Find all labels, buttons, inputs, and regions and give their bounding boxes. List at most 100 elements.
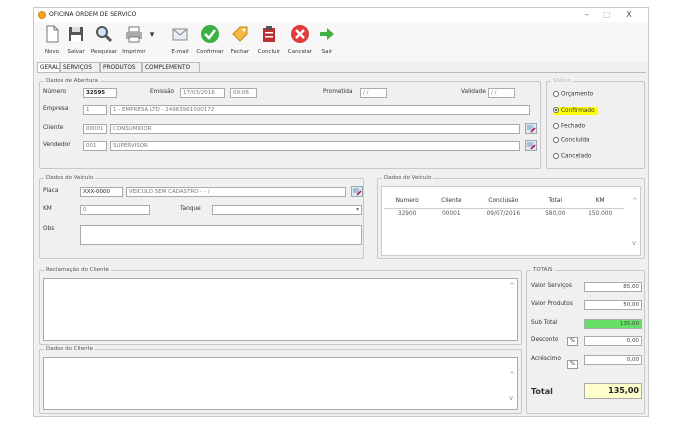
email-button[interactable]: E-mail [167, 24, 193, 60]
veiculo-history-grid[interactable]: Numero Cliente Conclusão Total KM 32900 … [381, 186, 641, 256]
total-field: 135,00 [584, 383, 642, 399]
cancelar-button[interactable]: Cancelar [285, 24, 315, 60]
numero-field[interactable]: 32595 [83, 88, 117, 98]
minimize-button[interactable]: – [580, 9, 594, 20]
scroll-up-icon[interactable]: ^ [509, 282, 515, 290]
acrescimo-field[interactable]: 0,00 [584, 355, 642, 365]
status-group: Status Orçamento Confirmado Fechado Conc… [546, 78, 645, 169]
obs-label: Obs [43, 226, 55, 232]
status-orcamento-radio[interactable]: Orçamento [553, 91, 593, 98]
validade-label: Validade [461, 89, 486, 95]
reclamacao-group: Reclamação do Cliente ^ [39, 267, 522, 345]
validade-field[interactable]: / / [488, 88, 515, 98]
new-document-icon [46, 25, 59, 43]
status-confirmado-radio[interactable]: Confirmado [553, 106, 598, 115]
dados-cliente-group: Dados do Cliente ^ v [39, 346, 522, 414]
fechar-button[interactable]: Fechar [227, 24, 253, 60]
placa-label: Placa [43, 188, 59, 194]
confirmar-button[interactable]: Confirmar [194, 24, 226, 60]
valor-servicos-field[interactable]: 85,00 [584, 282, 642, 292]
subtotal-label: Sub Total [531, 320, 558, 326]
col-km[interactable]: KM [576, 195, 624, 209]
abertura-group: Dados de Abertura Número 32595 Emissão 1… [39, 78, 541, 169]
concluir-button[interactable]: Concluir [254, 24, 284, 60]
tab-divider [37, 72, 646, 73]
title-bar: OFICINA ORDEM DE SERVICO – □ X [34, 8, 648, 22]
col-numero[interactable]: Numero [384, 195, 431, 209]
status-concluida-radio[interactable]: Concluída [553, 137, 590, 144]
emissao-date-field[interactable]: 17/03/2016 [180, 88, 225, 98]
prometida-field[interactable]: / / [360, 88, 387, 98]
scroll-down-icon[interactable]: v [632, 239, 636, 247]
email-icon [172, 28, 188, 41]
veiculo-history-table: Numero Cliente Conclusão Total KM 32900 … [384, 195, 624, 219]
tab-servicos[interactable]: SERVIÇOS [60, 62, 100, 72]
lookup-icon [353, 188, 362, 196]
lookup-icon [527, 142, 536, 150]
cliente-code-field[interactable]: 00001 [83, 124, 107, 134]
valor-produtos-label: Valor Produtos [531, 301, 573, 307]
lookup-icon [527, 125, 536, 133]
col-total[interactable]: Total [534, 195, 577, 209]
placa-field[interactable]: XXX-0000 [80, 187, 123, 197]
veiculo-lookup-button[interactable] [351, 186, 363, 197]
valor-servicos-label: Valor Serviços [531, 283, 572, 289]
desconto-field[interactable]: 0,00 [584, 336, 642, 346]
col-conclusao[interactable]: Conclusão [472, 195, 535, 209]
salvar-button[interactable]: Salvar [64, 24, 88, 60]
close-button[interactable]: X [622, 9, 636, 20]
obs-field[interactable] [80, 225, 362, 245]
status-fechado-radio[interactable]: Fechado [553, 123, 585, 130]
clipboard-icon [263, 26, 275, 42]
status-cancelado-radio[interactable]: Cancelado [553, 153, 591, 160]
vendedor-code-field[interactable]: 001 [83, 141, 107, 151]
km-label: KM [43, 206, 52, 212]
desconto-label: Desconto [531, 337, 559, 343]
emissao-label: Emissão [150, 89, 175, 95]
tab-complemento[interactable]: COMPLEMENTO [142, 62, 200, 72]
numero-label: Número [43, 89, 67, 95]
scroll-down-icon[interactable]: v [509, 394, 513, 402]
main-window: OFICINA ORDEM DE SERVICO – □ X Novo Salv… [33, 7, 649, 417]
valor-produtos-field[interactable]: 50,00 [584, 300, 642, 310]
veiculo-group: Dados do Veiculo Placa XXX-0000 VEICULO … [39, 175, 364, 259]
vendedor-name-field[interactable]: SUPERVISOR [110, 141, 520, 151]
scroll-up-icon[interactable]: ^ [509, 371, 515, 379]
imprimir-button[interactable]: Imprimir [120, 24, 148, 60]
totais-group: TOTAIS Valor Serviços 85,00 Valor Produt… [526, 267, 645, 414]
tab-produtos[interactable]: PRODUTOS [100, 62, 142, 72]
emissao-time-field[interactable]: 09:06 [230, 88, 257, 98]
table-row[interactable]: 32900 00001 09/07/2016 580,00 150.000 [384, 208, 624, 219]
acrescimo-percent-button[interactable]: % [567, 360, 578, 369]
veiculo-history-group: Dados do Veiculo Numero Cliente Conclusã… [377, 175, 645, 259]
col-cliente[interactable]: Cliente [430, 195, 473, 209]
km-field[interactable]: 0 [80, 205, 150, 215]
placa-desc-field[interactable]: VEICULO SEM CADASTRO - - / [126, 187, 346, 197]
printer-icon [126, 26, 142, 43]
dados-cliente-textarea[interactable]: ^ v [43, 357, 518, 410]
empresa-name-field[interactable]: 1 - EMPRESA LTD - 24963961000172 [110, 105, 530, 115]
floppy-disk-icon [69, 27, 83, 41]
pesquisar-button[interactable]: Pesquisar [89, 24, 119, 60]
cliente-lookup-button[interactable] [525, 123, 537, 134]
desconto-percent-button[interactable]: % [567, 337, 578, 346]
cliente-name-field[interactable]: CONSUMIDOR [110, 124, 520, 134]
empresa-code-field[interactable]: 1 [83, 105, 107, 115]
exit-arrow-icon [320, 28, 334, 40]
reclamacao-textarea[interactable]: ^ [43, 278, 518, 341]
print-dropdown-arrow[interactable]: ▾ [149, 30, 155, 66]
tab-geral[interactable]: GERAL [37, 62, 60, 72]
vendedor-lookup-button[interactable] [525, 140, 537, 151]
tag-icon [232, 26, 248, 42]
cliente-label: Cliente [43, 125, 64, 131]
sair-button[interactable]: Sair [316, 24, 338, 60]
chevron-down-icon: ▾ [355, 206, 359, 213]
vendedor-label: Vendedor [43, 142, 71, 148]
tanque-label: Tanque [180, 206, 201, 212]
app-icon [38, 11, 46, 19]
tanque-select[interactable]: ▾ [212, 205, 362, 215]
maximize-button[interactable]: □ [600, 9, 614, 20]
novo-button[interactable]: Novo [41, 24, 63, 60]
scroll-up-icon[interactable]: ^ [632, 197, 638, 205]
toolbar: Novo Salvar Pesquisar Imprimir ▾ E-mail … [34, 22, 648, 62]
